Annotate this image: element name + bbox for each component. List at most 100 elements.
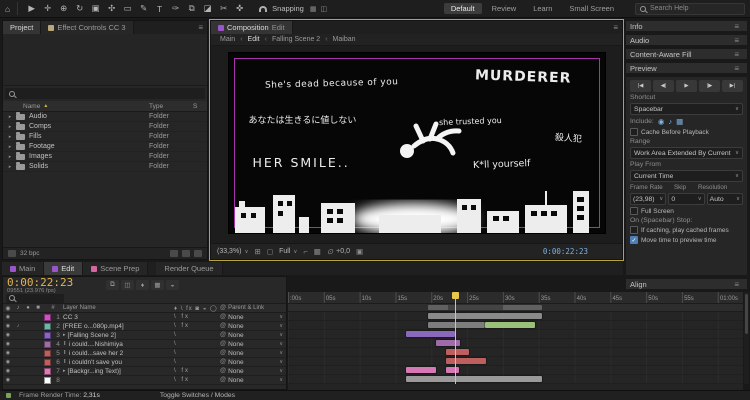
layer-row[interactable]: ◉ ♪ 2 [FREE o...080p.mp4] \ fx @ None ∨	[3, 322, 286, 331]
comp-canvas[interactable]: She's dead because of you MURDERER あなたは生きる…	[228, 53, 605, 233]
pickwhip-icon[interactable]: @	[220, 359, 226, 365]
layer-duration-bar[interactable]	[445, 349, 469, 355]
snapshot-camera-icon[interactable]: ▣	[356, 247, 363, 256]
tab-effect-controls[interactable]: Effect Controls CC 3	[41, 21, 134, 34]
snapping-magnet-icon[interactable]	[259, 5, 268, 12]
home-icon[interactable]: ⌂	[5, 2, 19, 15]
layer-duration-bar[interactable]	[405, 367, 436, 373]
clone-stamp-tool[interactable]: ⧉	[184, 2, 199, 15]
eraser-tool[interactable]: ◪	[200, 2, 215, 15]
layer-name-column-label[interactable]: Layer Name	[63, 305, 174, 311]
pickwhip-icon[interactable]: @	[220, 332, 226, 338]
move-time-checkbox[interactable]: ✓ Move time to preview time	[630, 236, 743, 244]
layer-duration-bar[interactable]	[405, 331, 455, 337]
shortcut-dropdown[interactable]: Spacebar ∨	[630, 103, 743, 115]
layer-switches[interactable]: \ fx	[174, 323, 220, 329]
parent-link-dropdown[interactable]: @ None ∨	[220, 377, 286, 384]
parent-link-dropdown[interactable]: @ None ∨	[220, 359, 286, 366]
layer-name[interactable]: Ti could....Nishimiya	[63, 341, 174, 348]
checkbox-box-checked[interactable]: ✓	[630, 236, 638, 244]
layer-duration-bar[interactable]	[427, 313, 543, 319]
puppet-pin-tool[interactable]: ✜	[232, 2, 247, 15]
zoom-tool[interactable]: ⊕	[56, 2, 71, 15]
pickwhip-icon[interactable]: @	[220, 341, 226, 347]
magnification-dropdown[interactable]: (33,3%) ∨	[217, 248, 249, 255]
timeline-tab-edit[interactable]: Edit	[44, 262, 84, 275]
panel-menu-icon[interactable]: ≡	[194, 21, 207, 34]
align-panel-header[interactable]: Align ≡	[625, 278, 748, 290]
previous-frame-button[interactable]: ◀|	[653, 80, 674, 92]
layer-switches[interactable]: \	[174, 359, 220, 365]
work-area-bar[interactable]	[427, 305, 543, 310]
video-column-icon[interactable]: ◉	[3, 305, 13, 312]
play-from-dropdown[interactable]: Current Time ∨	[630, 170, 743, 182]
workspace-small-screen[interactable]: Small Screen	[562, 3, 621, 14]
snapping-label[interactable]: Snapping	[272, 4, 304, 13]
timeline-tab-main[interactable]: Main	[2, 262, 45, 275]
snap-guides-icon[interactable]: ◫	[320, 5, 327, 13]
timeline-scrollbar[interactable]	[744, 292, 749, 384]
layer-row[interactable]: ◉ 8 \ fx @ None ∨	[3, 376, 286, 385]
layer-name[interactable]: ▸ [Backgr...ing Text)]	[63, 368, 174, 375]
timeline-lane[interactable]	[288, 375, 743, 384]
parent-link-dropdown[interactable]: @ None ∨	[220, 368, 286, 375]
include-audio-icon[interactable]: ♪	[668, 117, 672, 126]
new-folder-icon[interactable]	[170, 250, 178, 257]
shape-tool[interactable]: ▭	[120, 2, 135, 15]
play-button[interactable]: ▶	[676, 80, 697, 92]
delete-icon[interactable]	[194, 250, 202, 257]
snap-grid-icon[interactable]: ▦	[310, 5, 317, 13]
parent-link-dropdown[interactable]: @ None ∨	[220, 350, 286, 357]
checkbox-box[interactable]	[630, 226, 638, 234]
video-toggle[interactable]: ◉	[3, 332, 13, 338]
project-item[interactable]: ▸ Comps Folder	[3, 121, 207, 132]
brush-tool[interactable]: ✑	[168, 2, 183, 15]
timeline-lane[interactable]	[288, 321, 743, 330]
layer-row[interactable]: ◉ 6 Ti couldn't save you \ @ None ∨	[3, 358, 286, 367]
info-panel-header[interactable]: Info ≡	[625, 20, 748, 32]
pickwhip-icon[interactable]: @	[220, 323, 226, 329]
checkbox-box[interactable]	[630, 207, 638, 215]
column-size-label[interactable]: S	[193, 103, 207, 110]
layer-name[interactable]: Ti could...save her 2	[63, 350, 174, 357]
timeline-ruler[interactable]: :00s 05s 10s 15s 20s 25s 30s 35s 40s 45s 50s 55s 01:…	[288, 292, 743, 304]
first-frame-button[interactable]: |◀	[630, 80, 651, 92]
next-frame-button[interactable]: |▶	[699, 80, 720, 92]
include-video-icon[interactable]: ◉	[658, 117, 665, 126]
disclosure-arrow-icon[interactable]: ▸	[5, 164, 15, 170]
panel-menu-icon[interactable]: ≡	[730, 36, 743, 45]
tab-project[interactable]: Project	[3, 21, 42, 34]
project-item[interactable]: ▸ Audio Folder	[3, 111, 207, 122]
content-aware-fill-panel-header[interactable]: Content-Aware Fill ≡	[625, 48, 748, 60]
project-item[interactable]: ▸ Fills Folder	[3, 131, 207, 142]
timeline-search-input[interactable]	[6, 293, 64, 303]
toggle-switches-button[interactable]: Toggle Switches / Modes	[160, 392, 235, 399]
tab-composition[interactable]: Composition Edit	[211, 21, 293, 34]
parent-link-column-label[interactable]: @ Parent & Link	[220, 305, 286, 311]
layer-duration-bar[interactable]	[445, 367, 459, 373]
draft-3d-icon[interactable]: ◫	[121, 280, 134, 290]
motion-blur-icon[interactable]: ◒	[166, 280, 179, 290]
solo-column-icon[interactable]: ●	[23, 305, 33, 311]
column-name-label[interactable]: Name	[23, 103, 40, 110]
pickwhip-icon[interactable]: @	[220, 314, 226, 320]
workspace-default[interactable]: Default	[443, 3, 482, 14]
interpret-footage-icon[interactable]	[8, 250, 16, 257]
viewer-timecode[interactable]: 0:00:22:23	[543, 247, 588, 256]
cache-before-playback-checkbox[interactable]: Cache Before Playback	[630, 128, 743, 136]
orbit-camera-tool[interactable]: ↻	[72, 2, 87, 15]
frame-rate-dropdown[interactable]: (23,98) ∨	[630, 193, 667, 205]
range-dropdown[interactable]: Work Area Extended By Current ∨	[630, 147, 743, 159]
layer-duration-bar[interactable]	[405, 376, 543, 382]
video-toggle[interactable]: ◉	[3, 368, 13, 374]
layer-duration-bar[interactable]	[427, 322, 486, 328]
precomp-arrow-icon[interactable]: ▸	[63, 368, 66, 374]
video-toggle[interactable]: ◉	[3, 359, 13, 365]
layer-switches[interactable]: \	[174, 332, 220, 338]
video-toggle[interactable]: ◉	[3, 350, 13, 356]
layer-switches[interactable]: \ fx	[174, 314, 220, 320]
exposure-control[interactable]: ⊙ +0,0	[327, 247, 350, 256]
scrollbar-thumb[interactable]	[745, 294, 748, 334]
video-toggle[interactable]: ◉	[3, 314, 13, 320]
project-item[interactable]: ▸ Solids Folder	[3, 161, 207, 172]
